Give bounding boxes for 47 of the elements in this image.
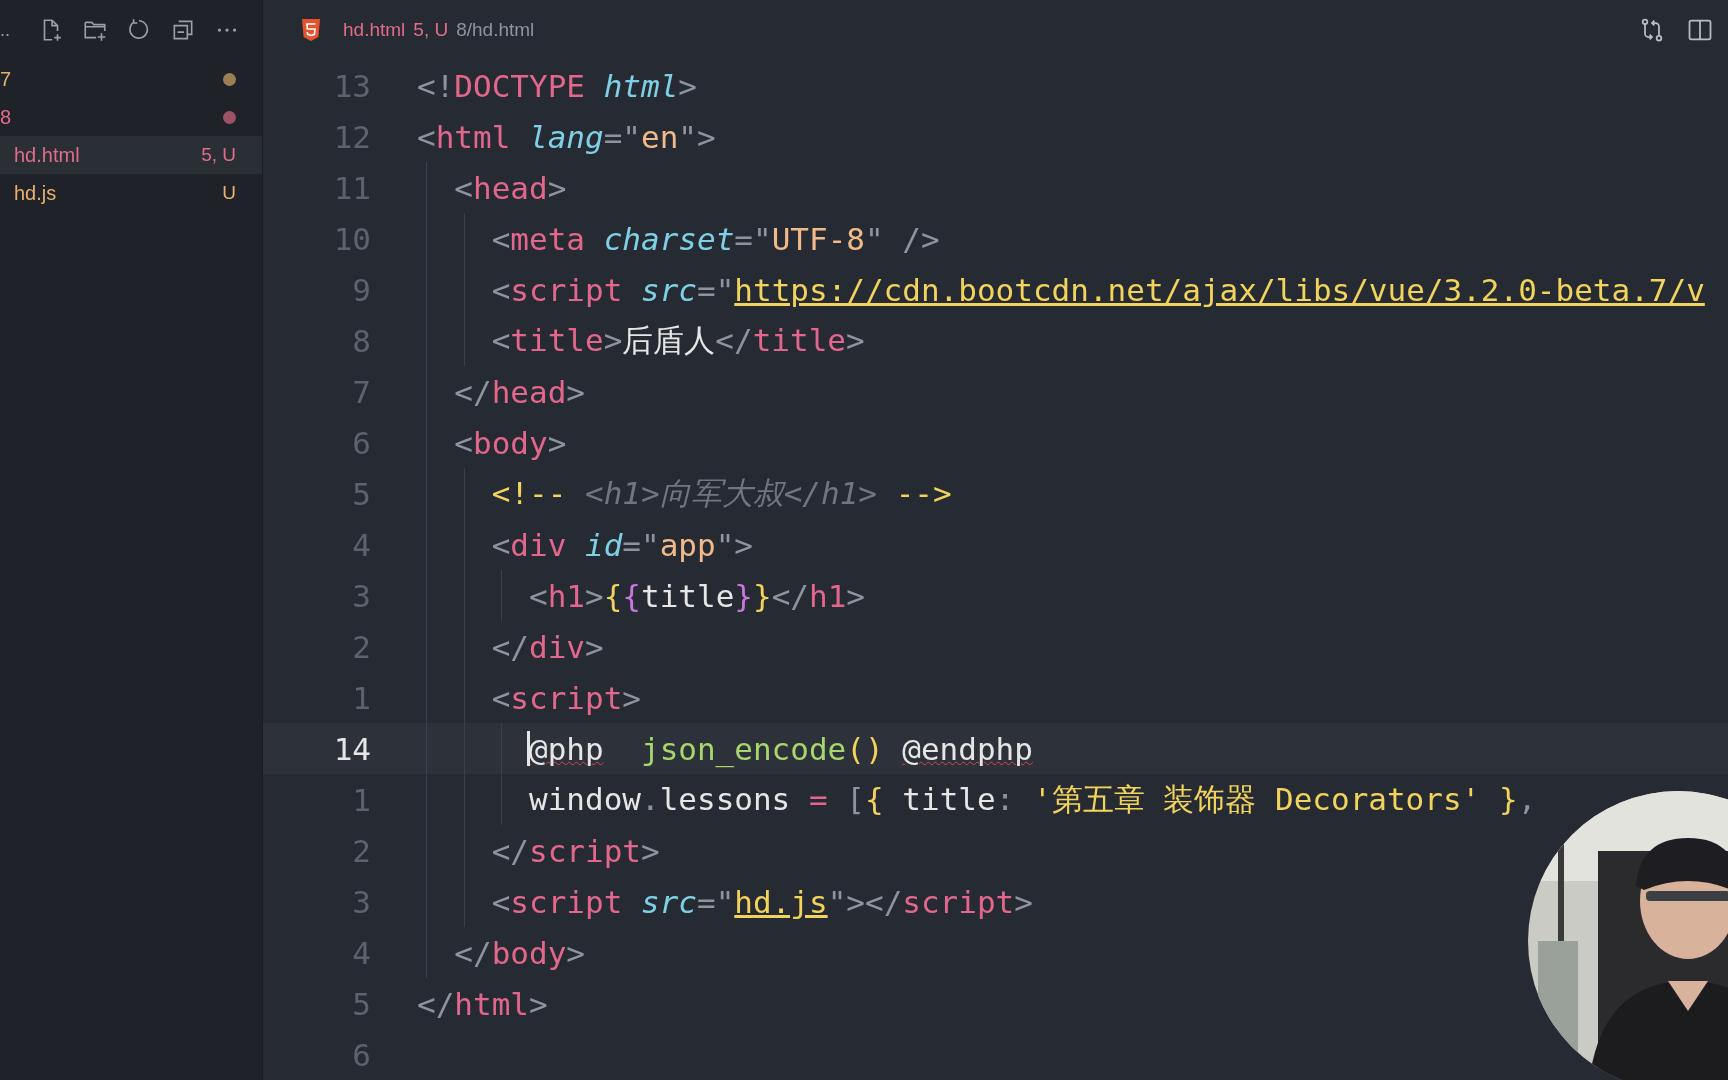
code-line: <script> xyxy=(491,679,641,716)
file-item[interactable]: hd.js U xyxy=(0,174,262,212)
line-number: 10 xyxy=(332,220,371,257)
code-line: window.lessons = [{ title: '第五章 装饰器 Decorators' }, xyxy=(529,779,1537,819)
code-line: <!DOCTYPE html> xyxy=(417,67,697,104)
line-number: 3 xyxy=(351,577,371,614)
code-line: <h1>{{title}}</h1> xyxy=(529,577,865,614)
code-line: </head> xyxy=(454,373,585,410)
code-line: <head> xyxy=(454,169,567,206)
code-line: @php json_encode() @endphp xyxy=(529,730,1033,767)
code-line: <div id="app"> xyxy=(491,526,753,563)
explorer-title: .. xyxy=(0,19,10,41)
code-line: </div> xyxy=(491,628,604,665)
line-number: 4 xyxy=(351,934,371,971)
file-item[interactable]: 7 xyxy=(0,60,262,98)
code-line: <script src="hd.js"></script> xyxy=(491,883,1033,920)
file-item[interactable]: hd.html 5, U xyxy=(0,136,262,174)
code-line: <title>后盾人</title> xyxy=(491,320,865,360)
code-line: </body> xyxy=(454,934,585,971)
line-number: 4 xyxy=(351,526,371,563)
line-number: 6 xyxy=(351,1036,371,1073)
code-line: <body> xyxy=(454,424,567,461)
line-number: 12 xyxy=(332,118,371,155)
code-line: <meta charset="UTF-8" /> xyxy=(491,220,940,257)
line-number: 8 xyxy=(351,322,371,359)
line-number: 14 xyxy=(332,730,371,767)
line-number: 13 xyxy=(332,67,371,104)
line-number: 5 xyxy=(351,475,371,512)
line-number: 3 xyxy=(351,883,371,920)
line-number: 1 xyxy=(351,679,371,716)
line-number: 2 xyxy=(351,628,371,665)
editor-tab[interactable]: hd.html 5, U 8/hd.html xyxy=(263,0,547,60)
line-number: 9 xyxy=(351,271,371,308)
line-number: 2 xyxy=(351,832,371,869)
line-number: 5 xyxy=(351,985,371,1022)
code-line: </script> xyxy=(491,832,660,869)
html5-icon xyxy=(301,19,321,41)
line-number: 6 xyxy=(351,424,371,461)
code-line: <html lang="en"> xyxy=(417,118,716,155)
file-item[interactable]: 8 xyxy=(0,98,262,136)
line-number: 7 xyxy=(351,373,371,410)
line-number: 11 xyxy=(332,169,371,206)
text-cursor xyxy=(527,731,531,766)
code-line: <script src="https://cdn.bootcdn.net/ajax/libs/vue/3.2.0-beta.7/v xyxy=(491,271,1705,308)
code-line: <!-- <h1>向军大叔</h1> --> xyxy=(491,473,952,513)
code-line: </html> xyxy=(417,985,548,1022)
line-number: 1 xyxy=(351,781,371,818)
